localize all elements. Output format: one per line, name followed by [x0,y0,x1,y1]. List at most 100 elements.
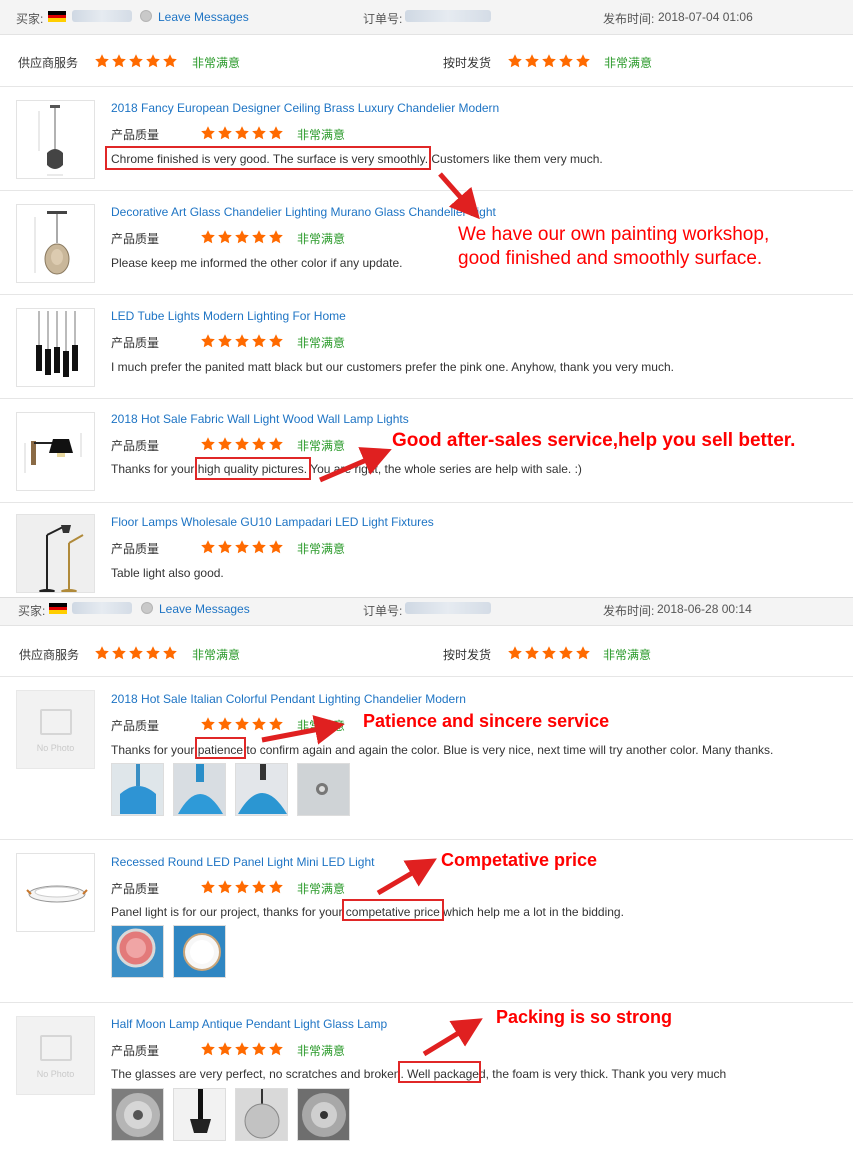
star-icon [268,1041,285,1057]
product-title-link[interactable]: Recessed Round LED Panel Light Mini LED … [111,855,374,869]
product-quality-stars [200,879,285,895]
review-photo[interactable] [173,763,226,816]
star-icon [234,1041,251,1057]
star-icon [145,645,162,661]
product-thumbnail[interactable] [16,412,95,491]
star-icon [200,229,217,245]
supplier-service-satisfaction: 非常满意 [192,648,241,662]
review-photo[interactable] [235,1088,288,1141]
star-icon [251,539,268,555]
review-item: 2018 Fancy European Designer Ceiling Bra… [0,88,853,191]
review-item: Floor Lamps Wholesale GU10 Lampadari LED… [0,504,853,598]
annotation-price: Competative price [441,850,598,870]
leave-messages-link[interactable]: Leave Messages [159,602,250,616]
star-icon [558,53,575,69]
star-icon [145,53,162,69]
star-icon [268,125,285,141]
leave-messages-link[interactable]: Leave Messages [158,10,249,24]
star-icon [217,539,234,555]
review-photo[interactable] [111,763,164,816]
product-title-link[interactable]: Decorative Art Glass Chandelier Lighting… [111,205,496,219]
germany-flag-icon [49,603,67,615]
product-thumbnail[interactable] [16,308,95,387]
order-number-label: 订单号: [363,12,403,26]
product-quality-stars [200,125,285,141]
review-header-1: 买家: Leave Messages 订单号: 发布时间: 2018-07-04… [0,0,853,35]
annotation-line-2: good finished and smoothly surface. [458,248,763,269]
star-icon [251,1041,268,1057]
review-comment: I much prefer the panited matt black but… [111,360,674,374]
product-title-link[interactable]: 2018 Fancy European Designer Ceiling Bra… [111,101,499,115]
star-icon [94,645,111,661]
no-photo-placeholder: No Photo [16,1016,95,1095]
review-photo[interactable] [111,1088,164,1141]
star-icon [524,645,541,661]
review-photo[interactable] [297,1088,350,1141]
star-icon [268,879,285,895]
product-title-link[interactable]: Half Moon Lamp Antique Pendant Light Gla… [111,1017,387,1031]
star-icon [234,229,251,245]
star-icon [200,716,217,732]
product-title-link[interactable]: Floor Lamps Wholesale GU10 Lampadari LED… [111,515,434,529]
annotation-patience: Patience and sincere service [363,711,610,731]
delivery-label: 按时发货 [443,648,492,662]
review-photo[interactable] [173,925,226,978]
publish-time-value: 2018-06-28 00:14 [657,602,752,616]
product-quality-stars [200,229,285,245]
star-icon [268,333,285,349]
publish-time-label: 发布时间: [603,604,655,618]
highlight-box-smooth-finish [105,146,431,170]
no-photo-placeholder: No Photo [16,690,95,769]
star-icon [200,1041,217,1057]
product-thumbnail[interactable] [16,204,95,283]
supplier-service-stars [94,53,179,69]
message-icon[interactable] [141,602,153,614]
star-icon [200,333,217,349]
review-photo[interactable] [111,925,164,978]
supplier-service-label: 供应商服务 [19,648,80,662]
star-icon [251,879,268,895]
review-item: Recessed Round LED Panel Light Mini LED … [0,841,853,1003]
review-photo[interactable] [297,763,350,816]
review-panel-1: 买家: Leave Messages 订单号: 发布时间: 2018-07-04… [0,0,853,598]
annotation-line-1: We have our own painting workshop, [458,224,770,245]
product-thumbnail[interactable] [16,100,95,179]
product-quality-satisfaction: 非常满意 [297,128,346,142]
star-icon [111,53,128,69]
star-icon [541,53,558,69]
highlight-box-competative-price [342,899,444,921]
review-photo[interactable] [173,1088,226,1141]
product-title-link[interactable]: 2018 Hot Sale Italian Colorful Pendant L… [111,692,466,706]
star-icon [251,716,268,732]
star-icon [524,53,541,69]
review-item: LED Tube Lights Modern Lighting For Home… [0,296,853,399]
star-icon [575,53,592,69]
star-icon [200,436,217,452]
message-icon[interactable] [140,10,152,22]
star-icon [217,1041,234,1057]
product-thumbnail[interactable] [16,853,95,932]
star-icon [234,333,251,349]
star-icon [111,645,128,661]
star-icon [200,125,217,141]
star-icon [268,716,285,732]
product-thumbnail[interactable] [16,514,95,593]
highlight-box-well-packaged [398,1061,481,1083]
product-title-link[interactable]: 2018 Hot Sale Fabric Wall Light Wood Wal… [111,412,409,426]
product-quality-stars [200,1041,285,1057]
product-title-link[interactable]: LED Tube Lights Modern Lighting For Home [111,309,346,323]
review-photo[interactable] [235,763,288,816]
germany-flag-icon [48,11,66,23]
no-photo-label: No Photo [36,1069,75,1079]
review-header-2: 买家: Leave Messages 订单号: 发布时间: 2018-06-28… [0,598,853,626]
product-quality-stars [200,333,285,349]
star-icon [541,645,558,661]
star-icon [251,229,268,245]
product-quality-label: 产品质量 [111,719,160,733]
order-number-blurred [405,602,491,614]
image-placeholder-icon [40,709,72,735]
star-icon [234,436,251,452]
order-number-label: 订单号: [363,604,403,618]
star-icon [234,125,251,141]
star-icon [507,53,524,69]
